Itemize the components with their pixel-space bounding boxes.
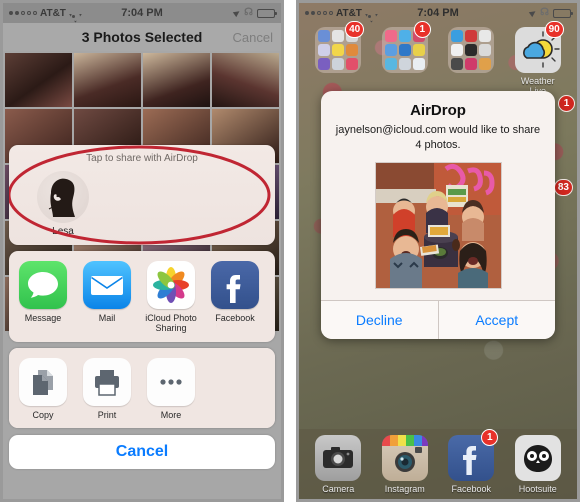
home-app-weather-live[interactable]: 90 Weather Live [513, 21, 564, 96]
home-folder-3[interactable] [446, 27, 496, 96]
share-target-label: iCloud Photo Sharing [145, 313, 197, 334]
message-icon [19, 261, 67, 309]
share-target-icloud-photo-sharing[interactable]: iCloud Photo Sharing [145, 261, 197, 334]
shared-photo-preview [374, 161, 502, 289]
dock-app-camera[interactable]: Camera [312, 434, 364, 494]
status-bar-left: AT&T [305, 8, 376, 19]
dock-app-label: Instagram [384, 483, 425, 494]
right-phone-screenshot: AT&T 7:04 PM ☊ 40 1 90 Weather 1 83 AirD… [296, 0, 580, 502]
print-icon [83, 357, 131, 406]
dock-app-hootsuite[interactable]: Hootsuite [512, 434, 564, 494]
share-target-label: Mail [98, 313, 116, 323]
left-phone-screenshot: AT&T 7:04 PM ☊ 3 Photos Selected Cancel [0, 0, 284, 502]
share-target-label: Facebook [215, 313, 255, 323]
decline-button[interactable]: Decline [321, 301, 438, 339]
photos-app-body: 3 Photos Selected Cancel Tap to share wi… [3, 23, 281, 499]
share-target-partial[interactable] [273, 261, 275, 313]
photos-nav-bar: 3 Photos Selected Cancel [3, 23, 281, 51]
home-app-row[interactable]: 40 1 90 Weather [299, 21, 577, 96]
action-more[interactable]: More [145, 357, 197, 420]
page-title: 3 Photos Selected [81, 29, 203, 45]
avatar-portrait-icon [48, 178, 75, 217]
airdrop-section: Tap to share with AirDrop Lesa [9, 145, 275, 245]
badge-count: 90 [544, 21, 564, 38]
contact-avatar [37, 171, 89, 223]
partial-badge-top: 1 [558, 95, 575, 112]
left-status-bar: AT&T 7:04 PM ☊ [3, 3, 281, 23]
group-photo-preview-image [375, 162, 501, 288]
screenshot-root: AT&T 7:04 PM ☊ 3 Photos Selected Cancel [0, 0, 580, 502]
dock-app-facebook[interactable]: 1 Facebook [445, 428, 499, 494]
folder-icon [448, 27, 495, 73]
action-label: Copy [32, 409, 54, 420]
alert-button-row: Decline Accept [321, 299, 556, 339]
airdrop-alert-dialog: AirDrop jaynelson@icloud.com would like … [321, 91, 555, 339]
bluetooth-icon: ☊ [540, 7, 549, 18]
status-bar-left: AT&T [9, 8, 80, 19]
action-copy[interactable]: Copy [17, 357, 69, 420]
action-print[interactable]: Print [81, 357, 133, 420]
dock-app-instagram[interactable]: Instagram [379, 434, 431, 494]
badge-count: 40 [345, 21, 365, 38]
alert-message: jaynelson@icloud.com would like to share… [335, 124, 541, 151]
instagram-icon [381, 434, 428, 481]
dock-app-label: Camera [322, 483, 355, 494]
share-app-row[interactable]: Message Mail iCloud Photo Sharing Facebo… [9, 251, 275, 342]
action-label: Print [97, 409, 117, 420]
status-bar-right: ☊ [232, 7, 277, 18]
photo-thumbnail[interactable] [74, 53, 141, 107]
airdrop-contact-lesa[interactable]: Lesa [31, 171, 95, 237]
battery-icon [553, 8, 573, 18]
icloud-photo-sharing-icon [147, 261, 195, 309]
action-label: More [160, 409, 182, 420]
accept-button[interactable]: Accept [437, 300, 556, 339]
right-status-bar: AT&T 7:04 PM ☊ [299, 3, 577, 23]
bluetooth-icon: ☊ [244, 7, 253, 18]
contact-name-label: Lesa [52, 226, 74, 237]
share-sheet: Tap to share with AirDrop Lesa Message M… [9, 145, 275, 497]
cancel-button-label: Cancel [115, 443, 169, 461]
signal-strength-icon [9, 11, 37, 15]
carrier-label: AT&T [40, 7, 66, 19]
hootsuite-owl-icon [514, 434, 561, 481]
camera-icon [315, 434, 362, 481]
badge-count: 1 [413, 21, 431, 38]
location-arrow-icon [232, 8, 242, 18]
badge-count: 1 [481, 428, 499, 446]
wifi-icon [365, 9, 376, 18]
share-actions-card: Copy Print More [9, 347, 275, 429]
share-target-message[interactable]: Message [17, 261, 69, 323]
nav-cancel-button[interactable]: Cancel [233, 30, 273, 45]
share-targets-card: Message Mail iCloud Photo Sharing Facebo… [9, 251, 275, 342]
share-target-label: Message [24, 313, 62, 323]
share-action-row[interactable]: Copy Print More [9, 347, 275, 429]
photo-thumbnail[interactable] [143, 53, 210, 107]
alert-title: AirDrop [410, 102, 466, 119]
home-folder-2[interactable]: 1 [380, 21, 431, 96]
airdrop-hint-label: Tap to share with AirDrop [86, 153, 198, 164]
dock: Camera Instagram 1 Facebook Hootsuite [299, 428, 577, 499]
facebook-icon [211, 261, 259, 309]
copy-icon [19, 357, 67, 406]
dock-app-label: Facebook [451, 483, 492, 494]
location-arrow-icon [528, 8, 538, 18]
share-target-facebook[interactable]: Facebook [209, 261, 261, 323]
signal-strength-icon [305, 11, 333, 15]
home-screen: AT&T 7:04 PM ☊ 40 1 90 Weather 1 83 AirD… [299, 3, 577, 499]
mail-icon [83, 261, 131, 309]
more-dots-icon [147, 357, 195, 406]
photo-thumbnail[interactable] [5, 53, 72, 107]
partial-badge-mid: 83 [553, 179, 573, 196]
status-bar-right: ☊ [528, 7, 573, 18]
wifi-icon [69, 9, 80, 18]
home-folder-1[interactable]: 40 [313, 21, 365, 96]
share-target-mail[interactable]: Mail [81, 261, 133, 323]
dock-app-label: Hootsuite [518, 483, 557, 494]
battery-icon [257, 8, 277, 18]
photo-thumbnail[interactable] [212, 53, 279, 107]
carrier-label: AT&T [336, 7, 362, 19]
cancel-button[interactable]: Cancel [9, 435, 275, 470]
